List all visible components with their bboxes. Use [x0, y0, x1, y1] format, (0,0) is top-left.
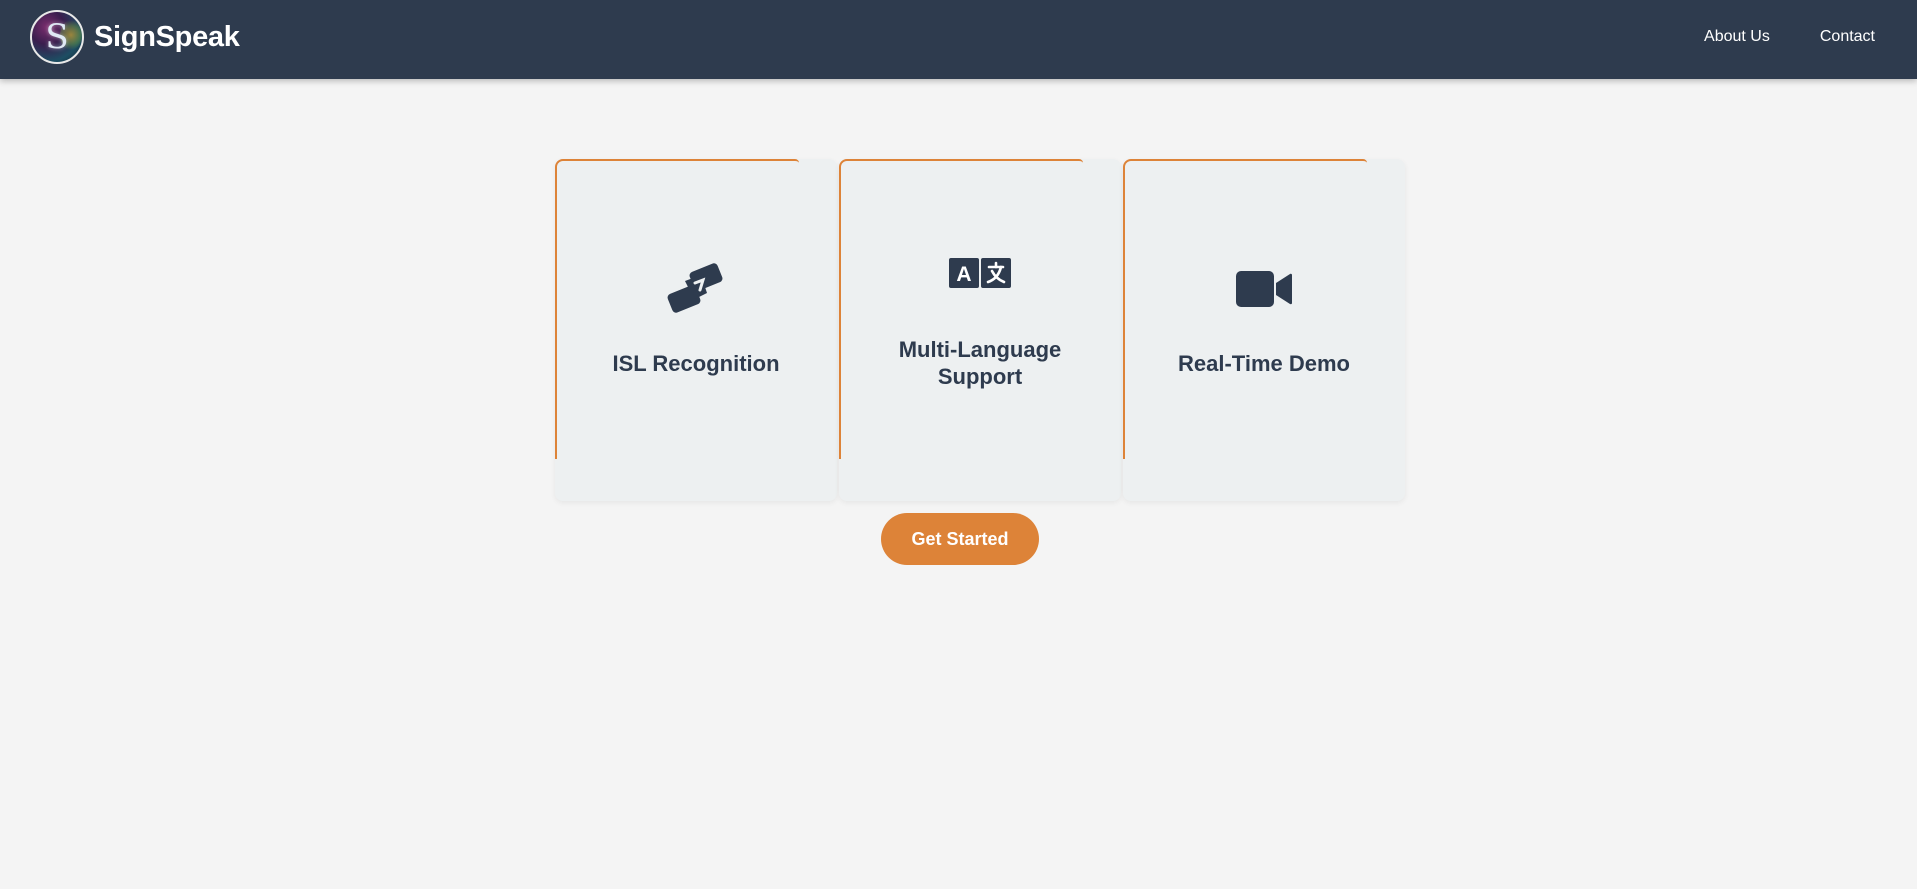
card-accent-border: [1123, 159, 1367, 459]
card-accent-border: [839, 159, 1083, 459]
feature-card-isl-recognition[interactable]: ISL Recognition: [555, 159, 837, 501]
video-camera-icon: [1123, 269, 1405, 309]
card-title: Multi-Language Support: [898, 337, 1062, 389]
feature-card-multi-language[interactable]: A Multi-Language Support: [839, 159, 1121, 501]
nav-link-contact[interactable]: Contact: [1820, 26, 1875, 48]
card-title: Real-Time Demo: [1178, 351, 1350, 376]
logo[interactable]: S: [30, 10, 84, 64]
language-icon: A: [839, 256, 1121, 290]
navbar: S SignSpeak About Us Contact: [0, 0, 1917, 79]
handshake-icon: [555, 263, 837, 315]
brand-name[interactable]: SignSpeak: [94, 18, 240, 56]
logo-letter: S: [45, 17, 69, 57]
feature-card-real-time-demo[interactable]: Real-Time Demo: [1123, 159, 1405, 501]
card-title: ISL Recognition: [612, 351, 780, 376]
svg-text:A: A: [956, 263, 971, 286]
nav-links: About Us Contact: [1704, 26, 1875, 48]
nav-link-about-us[interactable]: About Us: [1704, 26, 1770, 48]
get-started-button[interactable]: Get Started: [881, 513, 1039, 565]
